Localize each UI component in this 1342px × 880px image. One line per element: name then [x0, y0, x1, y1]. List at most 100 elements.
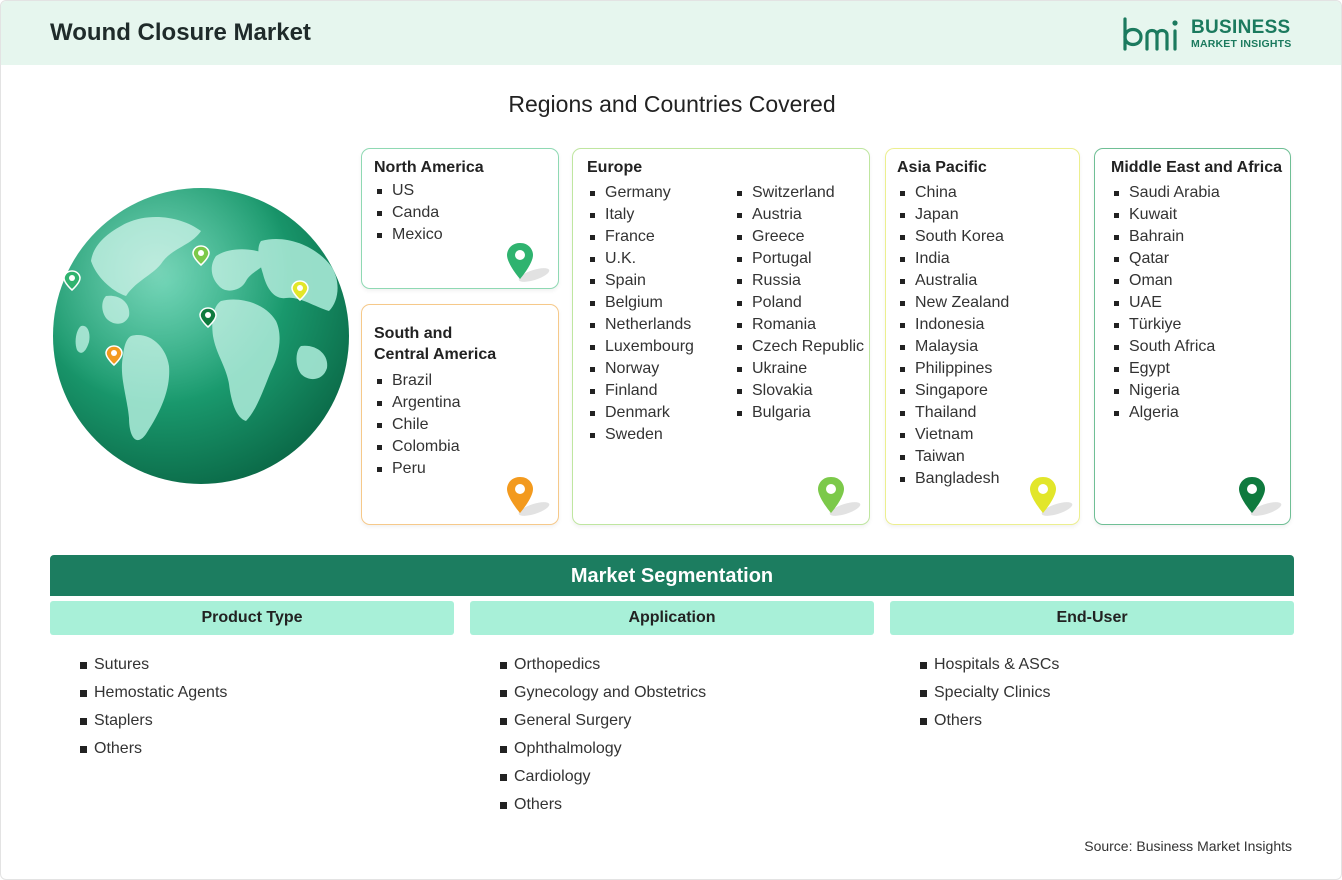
- brand-logo: BUSINESS MARKET INSIGHTS: [1121, 15, 1301, 55]
- list-item: Russia: [734, 270, 864, 292]
- logo-text-secondary: MARKET INSIGHTS: [1191, 38, 1292, 50]
- country-list: Brazil Argentina Chile Colombia Peru: [374, 370, 461, 480]
- segment-list-application: Orthopedics Gynecology and Obstetrics Ge…: [500, 651, 706, 819]
- list-item: New Zealand: [897, 292, 1009, 314]
- list-item: Czech Republic: [734, 336, 864, 358]
- list-item: Greece: [734, 226, 864, 248]
- list-item: Others: [80, 735, 227, 763]
- list-item: Orthopedics: [500, 651, 706, 679]
- list-item: Philippines: [897, 358, 1009, 380]
- list-item: India: [897, 248, 1009, 270]
- list-item: Belgium: [587, 292, 694, 314]
- regions-title: Regions and Countries Covered: [508, 91, 836, 117]
- list-item: Taiwan: [897, 446, 1009, 468]
- list-item: US: [374, 180, 443, 202]
- map-pin-icon: [507, 243, 550, 282]
- segment-header-label: End-User: [1056, 609, 1128, 626]
- region-name: South and Central America: [374, 323, 496, 365]
- list-item: Türkiye: [1111, 314, 1220, 336]
- list-item: Chile: [374, 414, 461, 436]
- list-item: Canda: [374, 202, 443, 224]
- list-item: Others: [500, 791, 706, 819]
- segment-header-application: Application: [470, 601, 874, 635]
- segmentation-banner: Market Segmentation: [50, 555, 1294, 596]
- list-item: Switzerland: [734, 182, 864, 204]
- map-pin-icon: [507, 477, 550, 516]
- country-list: Germany Italy France U.K. Spain Belgium …: [587, 182, 694, 446]
- map-pin-icon: [1239, 477, 1282, 516]
- region-name-line: Central America: [374, 346, 497, 363]
- list-item: Luxembourg: [587, 336, 694, 358]
- list-item: Finland: [587, 380, 694, 402]
- map-pin-icon: [1030, 477, 1073, 516]
- list-item: Saudi Arabia: [1111, 182, 1220, 204]
- list-item: Hemostatic Agents: [80, 679, 227, 707]
- list-item: Kuwait: [1111, 204, 1220, 226]
- list-item: Argentina: [374, 392, 461, 414]
- list-item: Staplers: [80, 707, 227, 735]
- list-item: Australia: [897, 270, 1009, 292]
- list-item: Others: [920, 707, 1059, 735]
- list-item: Sweden: [587, 424, 694, 446]
- list-item: Denmark: [587, 402, 694, 424]
- globe-icon: [53, 188, 349, 484]
- list-item: Algeria: [1111, 402, 1220, 424]
- segment-header-label: Application: [628, 609, 716, 626]
- list-item: Austria: [734, 204, 864, 226]
- segment-header-label: Product Type: [201, 609, 303, 626]
- header-band: Wound Closure Market BUSINESS MARKET INS…: [1, 1, 1341, 65]
- list-item: Netherlands: [587, 314, 694, 336]
- list-item: Indonesia: [897, 314, 1009, 336]
- map-pin-icon: [818, 477, 861, 516]
- country-list: US Canda Mexico: [374, 180, 443, 246]
- segment-header-end-user: End-User: [890, 601, 1294, 635]
- list-item: Colombia: [374, 436, 461, 458]
- region-middle-east-africa: Middle East and Africa Saudi Arabia Kuwa…: [1094, 148, 1291, 525]
- list-item: Singapore: [897, 380, 1009, 402]
- list-item: Japan: [897, 204, 1009, 226]
- list-item: Cardiology: [500, 763, 706, 791]
- list-item: China: [897, 182, 1009, 204]
- list-item: Poland: [734, 292, 864, 314]
- list-item: Ophthalmology: [500, 735, 706, 763]
- list-item: Gynecology and Obstetrics: [500, 679, 706, 707]
- list-item: UAE: [1111, 292, 1220, 314]
- list-item: Egypt: [1111, 358, 1220, 380]
- country-list: Saudi Arabia Kuwait Bahrain Qatar Oman U…: [1111, 182, 1220, 424]
- list-item: Brazil: [374, 370, 461, 392]
- list-item: Sutures: [80, 651, 227, 679]
- source-note: Source: Business Market Insights: [1084, 838, 1292, 854]
- list-item: Mexico: [374, 224, 443, 246]
- page-title: Wound Closure Market: [50, 19, 311, 46]
- list-item: Ukraine: [734, 358, 864, 380]
- list-item: Peru: [374, 458, 461, 480]
- segment-header-product-type: Product Type: [50, 601, 454, 635]
- list-item: Oman: [1111, 270, 1220, 292]
- list-item: Norway: [587, 358, 694, 380]
- logo-text-primary: BUSINESS: [1191, 17, 1291, 38]
- region-south-central-america: South and Central America Brazil Argenti…: [361, 304, 559, 525]
- list-item: U.K.: [587, 248, 694, 270]
- segmentation-title: Market Segmentation: [570, 565, 774, 587]
- region-name: Asia Pacific: [897, 159, 987, 176]
- region-name-line: South and: [374, 325, 453, 342]
- region-name: Europe: [587, 159, 643, 176]
- list-item: Malaysia: [897, 336, 1009, 358]
- country-list: China Japan South Korea India Australia …: [897, 182, 1009, 490]
- region-europe: Europe Germany Italy France U.K. Spain B…: [572, 148, 870, 525]
- region-north-america: North America US Canda Mexico: [361, 148, 559, 289]
- region-name: North America: [374, 159, 484, 176]
- list-item: Italy: [587, 204, 694, 226]
- list-item: Qatar: [1111, 248, 1220, 270]
- list-item: Hospitals & ASCs: [920, 651, 1059, 679]
- list-item: General Surgery: [500, 707, 706, 735]
- region-name: Middle East and Africa: [1111, 159, 1282, 176]
- list-item: Portugal: [734, 248, 864, 270]
- region-asia-pacific: Asia Pacific China Japan South Korea Ind…: [885, 148, 1080, 525]
- list-item: South Korea: [897, 226, 1009, 248]
- list-item: Vietnam: [897, 424, 1009, 446]
- list-item: France: [587, 226, 694, 248]
- list-item: Germany: [587, 182, 694, 204]
- list-item: Spain: [587, 270, 694, 292]
- list-item: Bangladesh: [897, 468, 1009, 490]
